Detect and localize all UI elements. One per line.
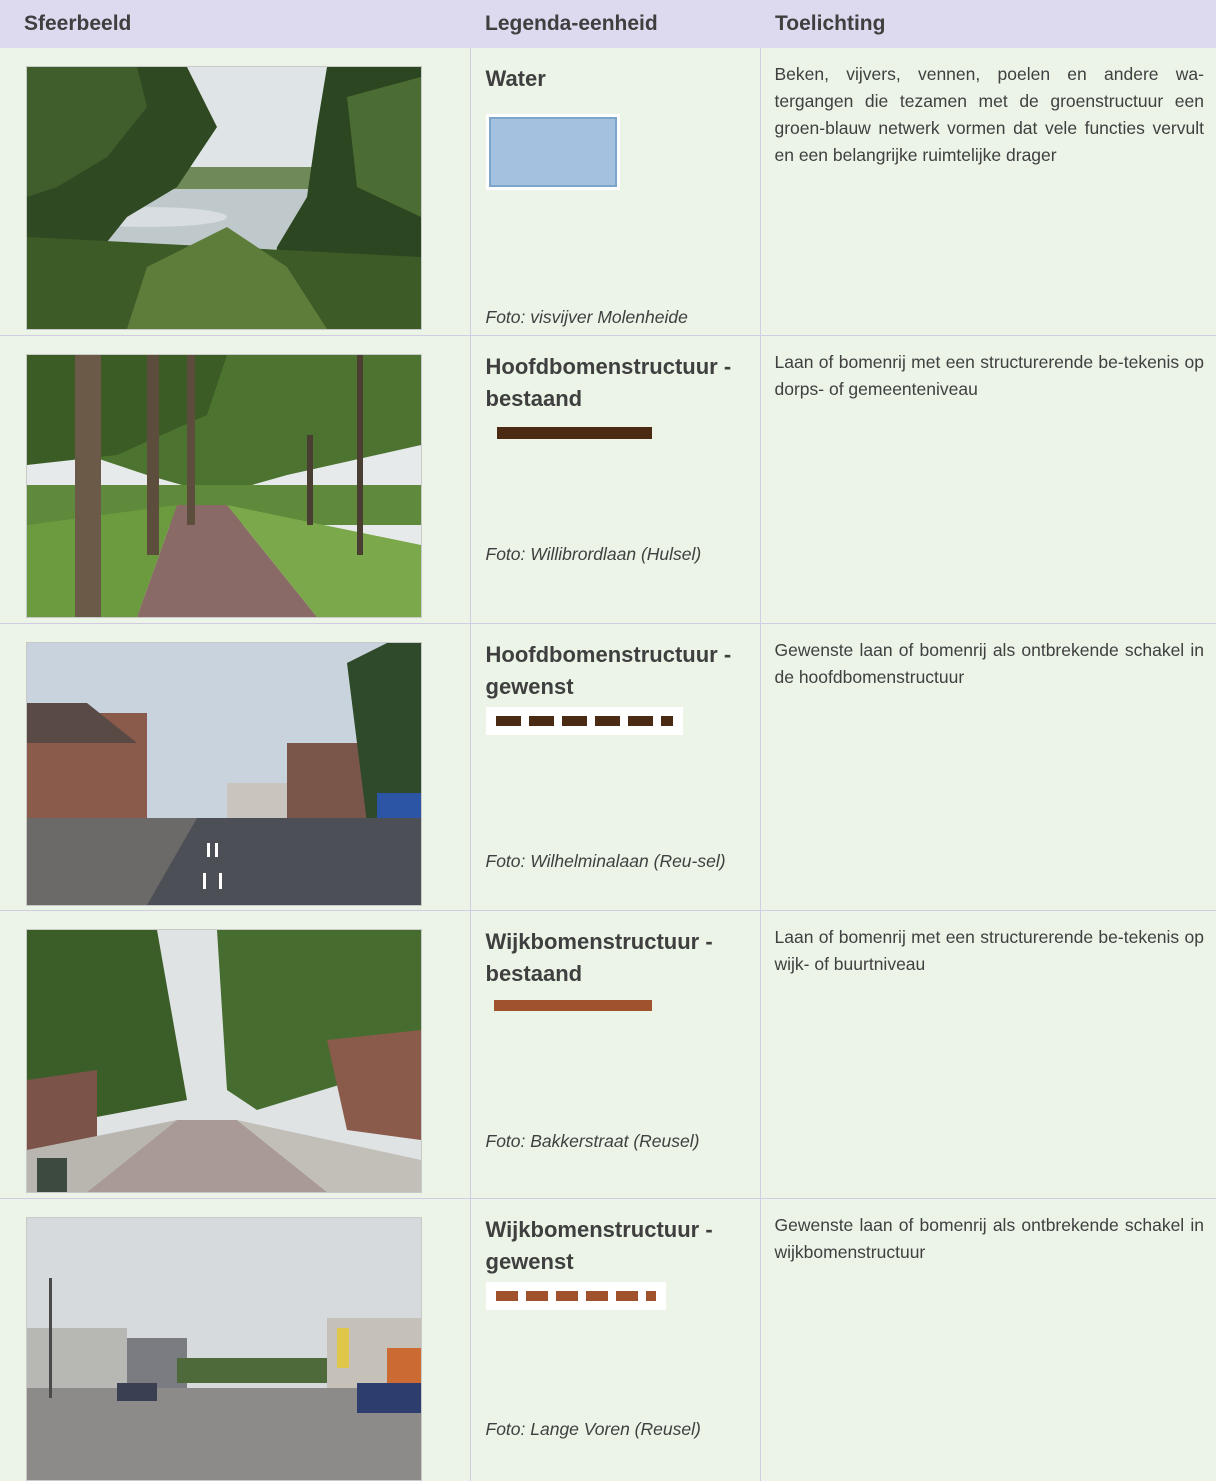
description-cell: Gewenste laan of bomenrij als ontbrekend… [759, 1198, 1216, 1481]
photo-cell [0, 623, 470, 911]
legend-cell: Hoofdbomenstructuur - bestaand Foto: Wil… [469, 335, 760, 624]
dashed-line-legend-swatch [485, 1281, 666, 1310]
description-cell: Gewenste laan of bomenrij als ontbrekend… [759, 623, 1216, 911]
header-row: Sfeerbeeld Legenda-eenheid Toelichting [0, 0, 1216, 48]
header-toelichting: Toelichting [760, 0, 1216, 48]
legend-unit-title: Hoofdbomenstructuur - bestaand [485, 353, 732, 411]
photo-cell [0, 48, 470, 336]
water-legend-swatch [485, 114, 620, 190]
photo-caption: Foto: Wilhelminalaan (Reu-sel) [485, 850, 726, 871]
legend-table: Sfeerbeeld Legenda-eenheid Toelichting W… [0, 0, 1216, 1481]
legend-cell: Wijkbomenstructuur - bestaand Foto: Bakk… [469, 910, 760, 1199]
legend-unit-title: Wijkbomenstructuur - bestaand [485, 928, 713, 986]
table-row: Wijkbomenstructuur - bestaand Foto: Bakk… [0, 910, 1216, 1199]
header-sfeerbeeld: Sfeerbeeld [0, 0, 470, 48]
legend-unit-title: Wijkbomenstructuur - gewenst [485, 1216, 713, 1274]
table-row: Water Foto: visvijver Molenheide (Reusel… [0, 48, 1216, 354]
photo-caption: Foto: Bakkerstraat (Reusel) [485, 1130, 700, 1151]
header-legenda-eenheid: Legenda-eenheid [470, 0, 760, 48]
legend-cell: Water Foto: visvijver Molenheide (Reusel… [469, 48, 760, 354]
table-row: Hoofdbomenstructuur - gewenst Foto: Wilh… [0, 623, 1216, 911]
photo-pond [26, 66, 422, 330]
solid-line-legend-swatch [486, 426, 750, 461]
photo-cell [0, 910, 470, 1199]
description-cell: Beken, vijvers, vennen, poelen en andere… [759, 48, 1216, 336]
legend-unit-title: Hoofdbomenstructuur - gewenst [485, 641, 732, 699]
photo-caption: Foto: Lange Voren (Reusel) [485, 1418, 701, 1439]
legend-cell: Hoofdbomenstructuur - gewenst Foto: Wilh… [469, 623, 760, 911]
description-cell: Laan of bomenrij met een structurerende … [759, 910, 1216, 1199]
photo-poplar-street [26, 928, 422, 1193]
table-row: Hoofdbomenstructuur - bestaand Foto: Wil… [0, 335, 1216, 624]
solid-line-legend-swatch [486, 999, 750, 1034]
table-row: Wijkbomenstructuur - gewenst Foto: Lange… [0, 1198, 1216, 1481]
description-cell: Laan of bomenrij met een structurerende … [759, 335, 1216, 624]
legend-cell: Wijkbomenstructuur - gewenst Foto: Lange… [469, 1198, 760, 1481]
dashed-line-legend-swatch [485, 706, 683, 735]
photo-cell [0, 335, 470, 624]
photo-tree-lane [26, 353, 422, 618]
photo-village-street [26, 641, 422, 906]
photo-industrial-street [26, 1216, 422, 1481]
legend-unit-title: Water [485, 66, 546, 91]
photo-cell [0, 1198, 470, 1481]
photo-caption: Foto: Willibrordlaan (Hulsel) [485, 543, 702, 564]
